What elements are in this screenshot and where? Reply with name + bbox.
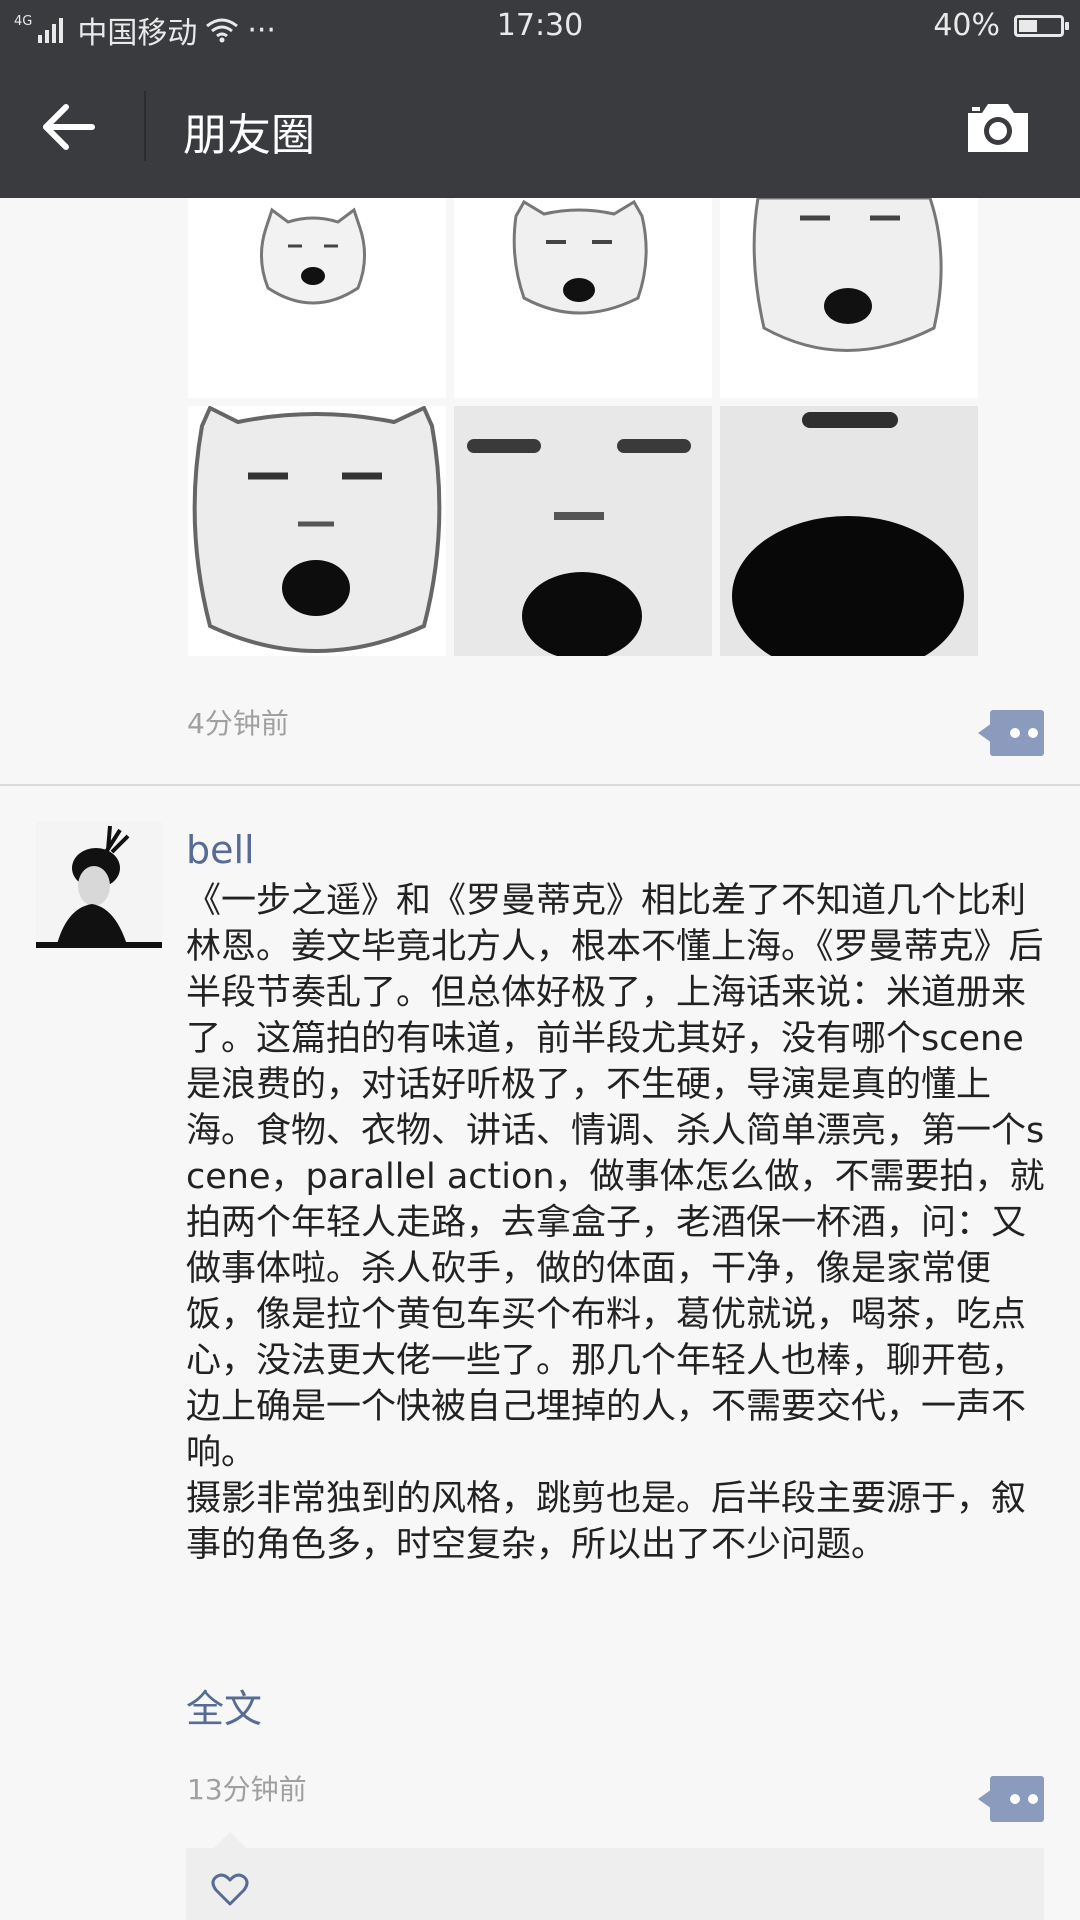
- nav-divider: [144, 91, 146, 161]
- camera-icon[interactable]: [964, 101, 1032, 155]
- status-bar: 4G 中国移动 ··· 17:30 40%: [0, 0, 1080, 55]
- post-time: 13分钟前: [187, 1773, 307, 1806]
- post-time: 4分钟前: [187, 707, 289, 740]
- nav-bar: 朋友圈: [0, 55, 1080, 198]
- photo-thumbnail[interactable]: [188, 198, 446, 398]
- battery-level: [1019, 19, 1037, 32]
- page-title: 朋友圈: [183, 110, 315, 161]
- comment-dot-icon: [1028, 1794, 1038, 1804]
- comment-menu-button[interactable]: [978, 710, 1044, 756]
- photo-thumbnail[interactable]: [454, 406, 712, 656]
- comment-dot-icon: [1010, 728, 1020, 738]
- clock: 17:30: [496, 8, 584, 43]
- photo-thumbnail[interactable]: [454, 198, 712, 398]
- photo-thumbnail[interactable]: [188, 406, 446, 656]
- post-username[interactable]: bell: [186, 828, 255, 872]
- photo-grid: [188, 198, 978, 656]
- full-text-link[interactable]: 全文: [186, 1678, 262, 1733]
- photo-thumbnail[interactable]: [720, 198, 978, 398]
- post-separator: [0, 784, 1080, 786]
- status-right: 40%: [933, 8, 1069, 43]
- heart-icon[interactable]: [210, 1870, 250, 1910]
- photo-thumbnail[interactable]: [720, 406, 978, 656]
- battery-percent: 40%: [933, 8, 1000, 43]
- avatar[interactable]: [36, 822, 162, 948]
- comment-menu-button[interactable]: [978, 1776, 1044, 1822]
- post-text: 《一步之遥》和《罗曼蒂克》相比差了不知道几个比利林恩。姜文毕竟北方人，根本不懂上…: [186, 881, 1045, 1565]
- moments-feed[interactable]: 4分钟前 bell 《一步之遥》和《罗曼蒂克》相比差了不知道几个比利林恩。姜文毕…: [0, 198, 1080, 1920]
- battery-icon: [1014, 14, 1069, 37]
- likes-area: [186, 1832, 1044, 1920]
- back-arrow-icon[interactable]: [40, 97, 100, 157]
- comment-dot-icon: [1010, 1794, 1020, 1804]
- comment-dot-icon: [1028, 728, 1038, 738]
